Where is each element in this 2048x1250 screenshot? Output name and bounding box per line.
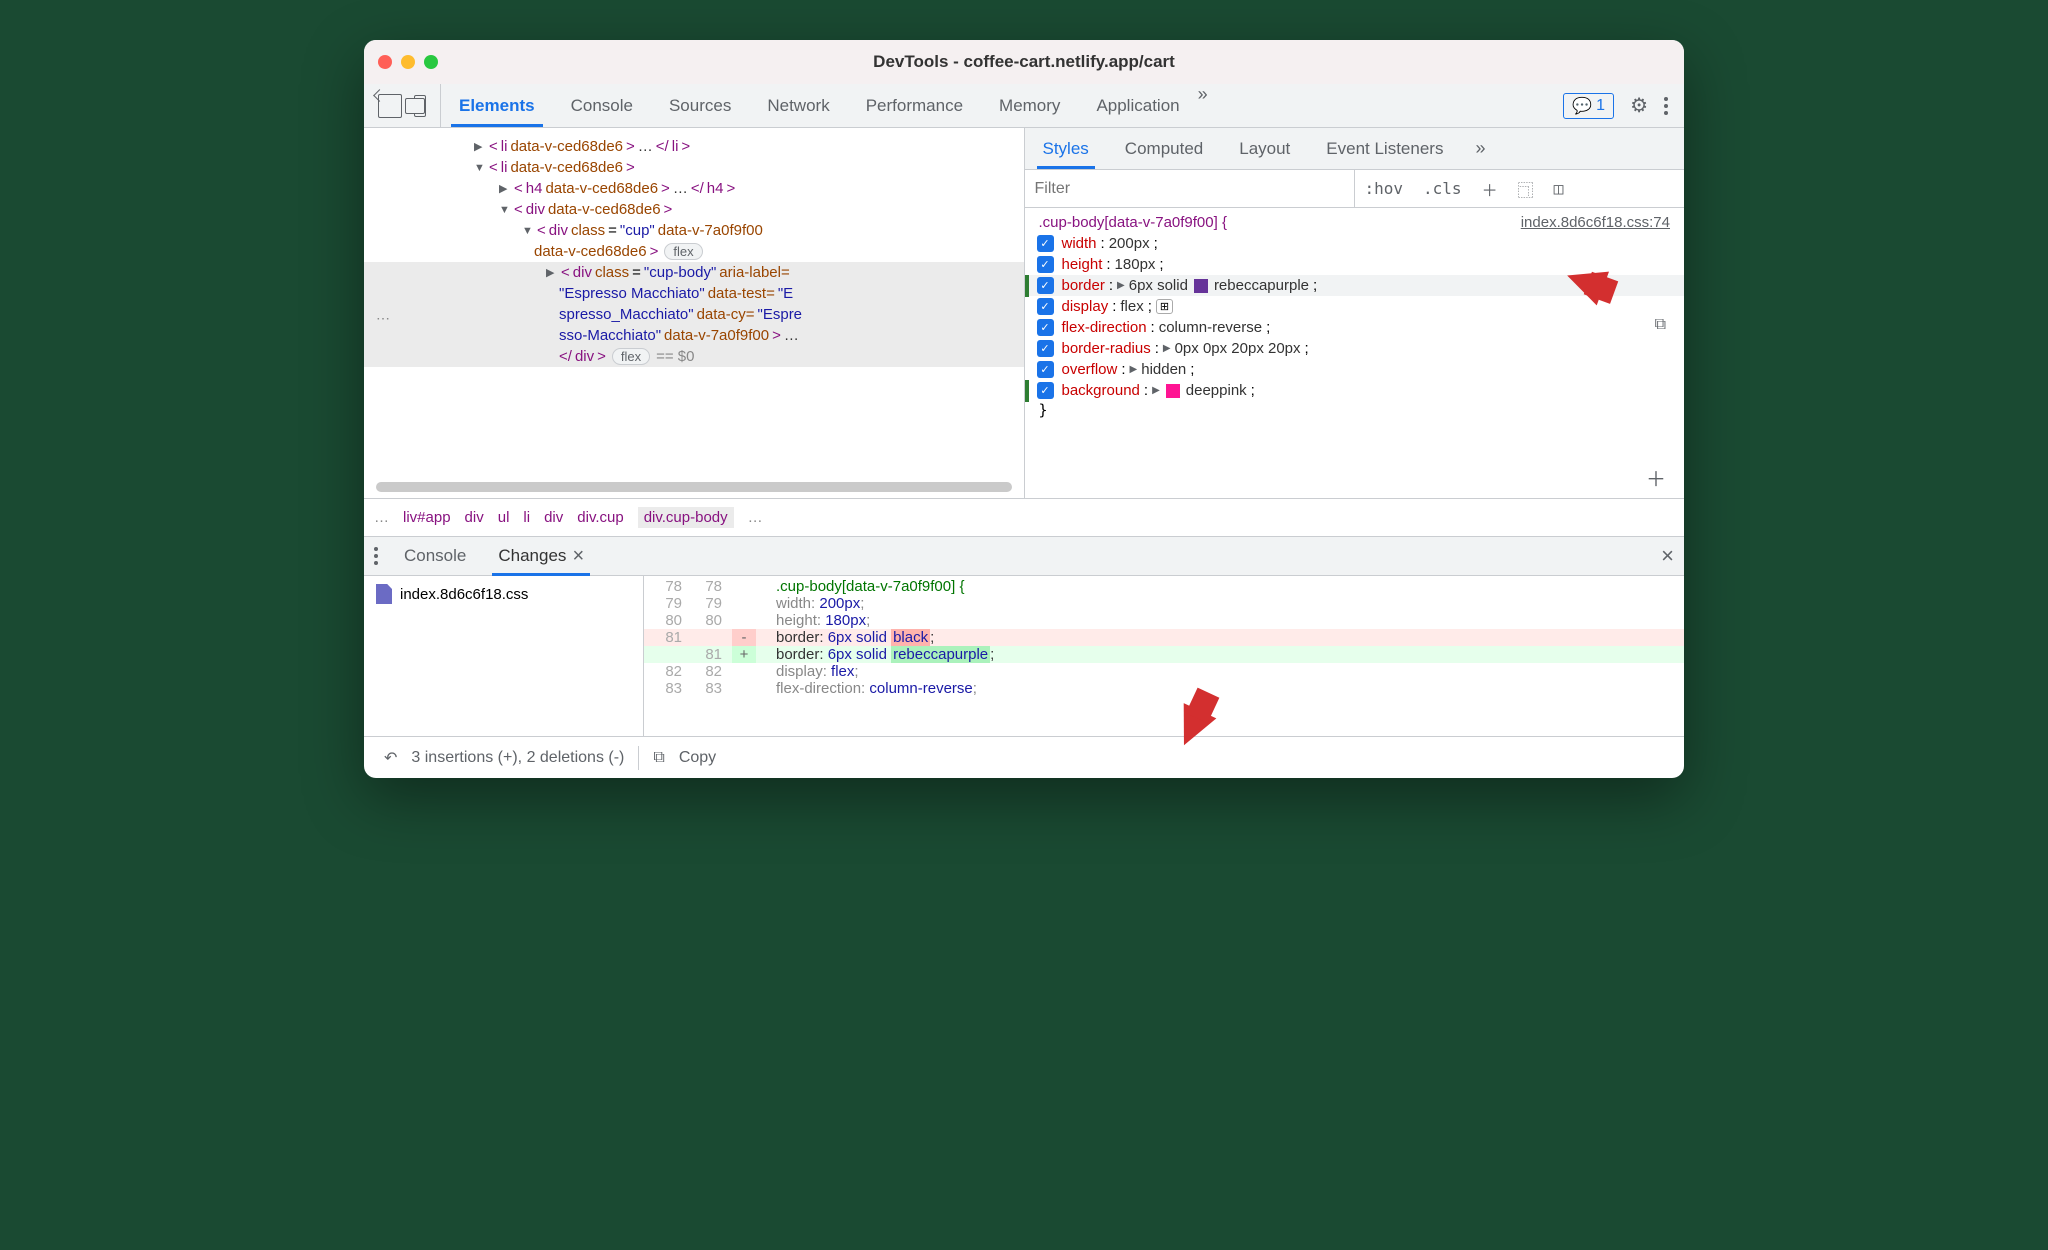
close-light[interactable] <box>378 55 392 69</box>
breadcrumb-item[interactable]: liv#app <box>403 509 451 526</box>
file-item[interactable]: index.8d6c6f18.css <box>376 584 631 604</box>
color-swatch-icon[interactable] <box>1194 279 1208 293</box>
paint-icon[interactable]: ⿹ <box>1508 177 1544 201</box>
undo-icon[interactable]: ↶ <box>384 748 397 768</box>
inspect-icon[interactable] <box>378 94 402 118</box>
source-link[interactable]: index.8d6c6f18.css:74 <box>1521 214 1670 231</box>
property-checkbox[interactable] <box>1037 256 1054 273</box>
panel-tabs: Elements Console Sources Network Perform… <box>441 84 1547 127</box>
tab-console[interactable]: Console <box>553 84 651 127</box>
tab-network[interactable]: Network <box>749 84 847 127</box>
tab-listeners[interactable]: Event Listeners <box>1308 128 1461 169</box>
breadcrumb-item[interactable]: div.cup <box>577 509 623 526</box>
styles-pane: Styles Computed Layout Event Listeners »… <box>1025 128 1685 498</box>
close-tab-icon[interactable]: × <box>572 545 584 568</box>
breadcrumb-item[interactable]: li <box>523 509 530 526</box>
breadcrumb-item[interactable]: div <box>465 509 484 526</box>
kebab-menu-icon[interactable] <box>1664 97 1668 115</box>
dom-tree[interactable]: ▶<li data-v-ced68de6>…</li> ▼<li data-v-… <box>364 128 1025 498</box>
tab-sources[interactable]: Sources <box>651 84 749 127</box>
tab-elements[interactable]: Elements <box>441 84 553 127</box>
toolbar-right: 💬1 ⚙ <box>1547 93 1684 119</box>
tab-performance[interactable]: Performance <box>848 84 981 127</box>
zoom-light[interactable] <box>424 55 438 69</box>
panel-icon[interactable]: ◫ <box>1544 179 1574 198</box>
toolbar-left <box>364 84 441 127</box>
new-rule-icon[interactable]: ＋ <box>1472 177 1508 201</box>
filter-bar: :hov .cls ＋ ⿹ ◫ <box>1025 170 1685 208</box>
main-toolbar: Elements Console Sources Network Perform… <box>364 84 1684 128</box>
settings-icon[interactable]: ⚙ <box>1630 93 1648 118</box>
style-tabs: Styles Computed Layout Event Listeners » <box>1025 128 1685 170</box>
more-tabs-icon[interactable]: » <box>1198 84 1208 127</box>
tab-application[interactable]: Application <box>1078 84 1197 127</box>
device-toggle-icon[interactable] <box>414 95 426 117</box>
filter-input[interactable] <box>1025 170 1355 207</box>
minimize-light[interactable] <box>401 55 415 69</box>
breadcrumb-item[interactable]: div <box>544 509 563 526</box>
issues-badge[interactable]: 💬1 <box>1563 93 1614 119</box>
property-checkbox[interactable] <box>1037 277 1054 294</box>
file-icon <box>376 584 392 604</box>
copy-stack-icon: ⧉ <box>653 749 664 767</box>
drawer-tab-changes[interactable]: Changes× <box>484 537 598 575</box>
window-title: DevTools - coffee-cart.netlify.app/cart <box>873 52 1175 72</box>
chat-icon: 💬 <box>1572 96 1592 116</box>
property-checkbox[interactable] <box>1037 319 1054 336</box>
drawer-tabs: Console Changes× × <box>364 536 1684 576</box>
property-checkbox[interactable] <box>1037 340 1054 357</box>
property-checkbox[interactable] <box>1037 298 1054 315</box>
more-style-tabs-icon[interactable]: » <box>1461 138 1499 159</box>
horizontal-scrollbar[interactable] <box>376 482 1012 492</box>
tab-computed[interactable]: Computed <box>1107 128 1221 169</box>
property-checkbox[interactable] <box>1037 361 1054 378</box>
changes-toolbar: ↶ 3 insertions (+), 2 deletions (-) ⧉ Co… <box>364 736 1684 778</box>
breadcrumb-item[interactable]: div.cup-body <box>638 507 734 528</box>
summary-text: 3 insertions (+), 2 deletions (-) <box>411 749 624 767</box>
changes-sidebar: index.8d6c6f18.css <box>364 576 644 736</box>
copy-button[interactable]: Copy <box>679 749 716 767</box>
drawer-tab-console[interactable]: Console <box>390 537 480 575</box>
devtools-window: DevTools - coffee-cart.netlify.app/cart … <box>364 40 1684 778</box>
property-checkbox[interactable] <box>1037 382 1054 399</box>
properties: .cup-body[data-v-7a0f9f00] { index.8d6c6f… <box>1025 208 1685 498</box>
titlebar: DevTools - coffee-cart.netlify.app/cart <box>364 40 1684 84</box>
color-swatch-icon[interactable] <box>1166 384 1180 398</box>
breadcrumb-item[interactable]: ul <box>498 509 510 526</box>
drawer-menu-icon[interactable] <box>374 547 378 565</box>
tab-memory[interactable]: Memory <box>981 84 1078 127</box>
breadcrumbs: … liv#app div ul li div div.cup div.cup-… <box>364 498 1684 536</box>
property-checkbox[interactable] <box>1037 235 1054 252</box>
tab-styles[interactable]: Styles <box>1025 128 1107 169</box>
diff-view: 7878.cup-body[data-v-7a0f9f00] { 7979wid… <box>644 576 1684 736</box>
flex-badge-icon[interactable]: ⊞ <box>1156 299 1173 314</box>
tab-layout[interactable]: Layout <box>1221 128 1308 169</box>
copy-icon[interactable]: ⧉ <box>1655 316 1666 334</box>
selector: .cup-body[data-v-7a0f9f00] { <box>1039 214 1227 231</box>
main-panel: ▶<li data-v-ced68de6>…</li> ▼<li data-v-… <box>364 128 1684 498</box>
changes-panel: index.8d6c6f18.css 7878.cup-body[data-v-… <box>364 576 1684 736</box>
traffic-lights <box>378 55 438 69</box>
hov-toggle[interactable]: :hov <box>1355 179 1414 198</box>
close-drawer-icon[interactable]: × <box>1661 543 1674 569</box>
cls-toggle[interactable]: .cls <box>1413 179 1472 198</box>
add-property-icon[interactable]: ＋ <box>1646 463 1666 492</box>
